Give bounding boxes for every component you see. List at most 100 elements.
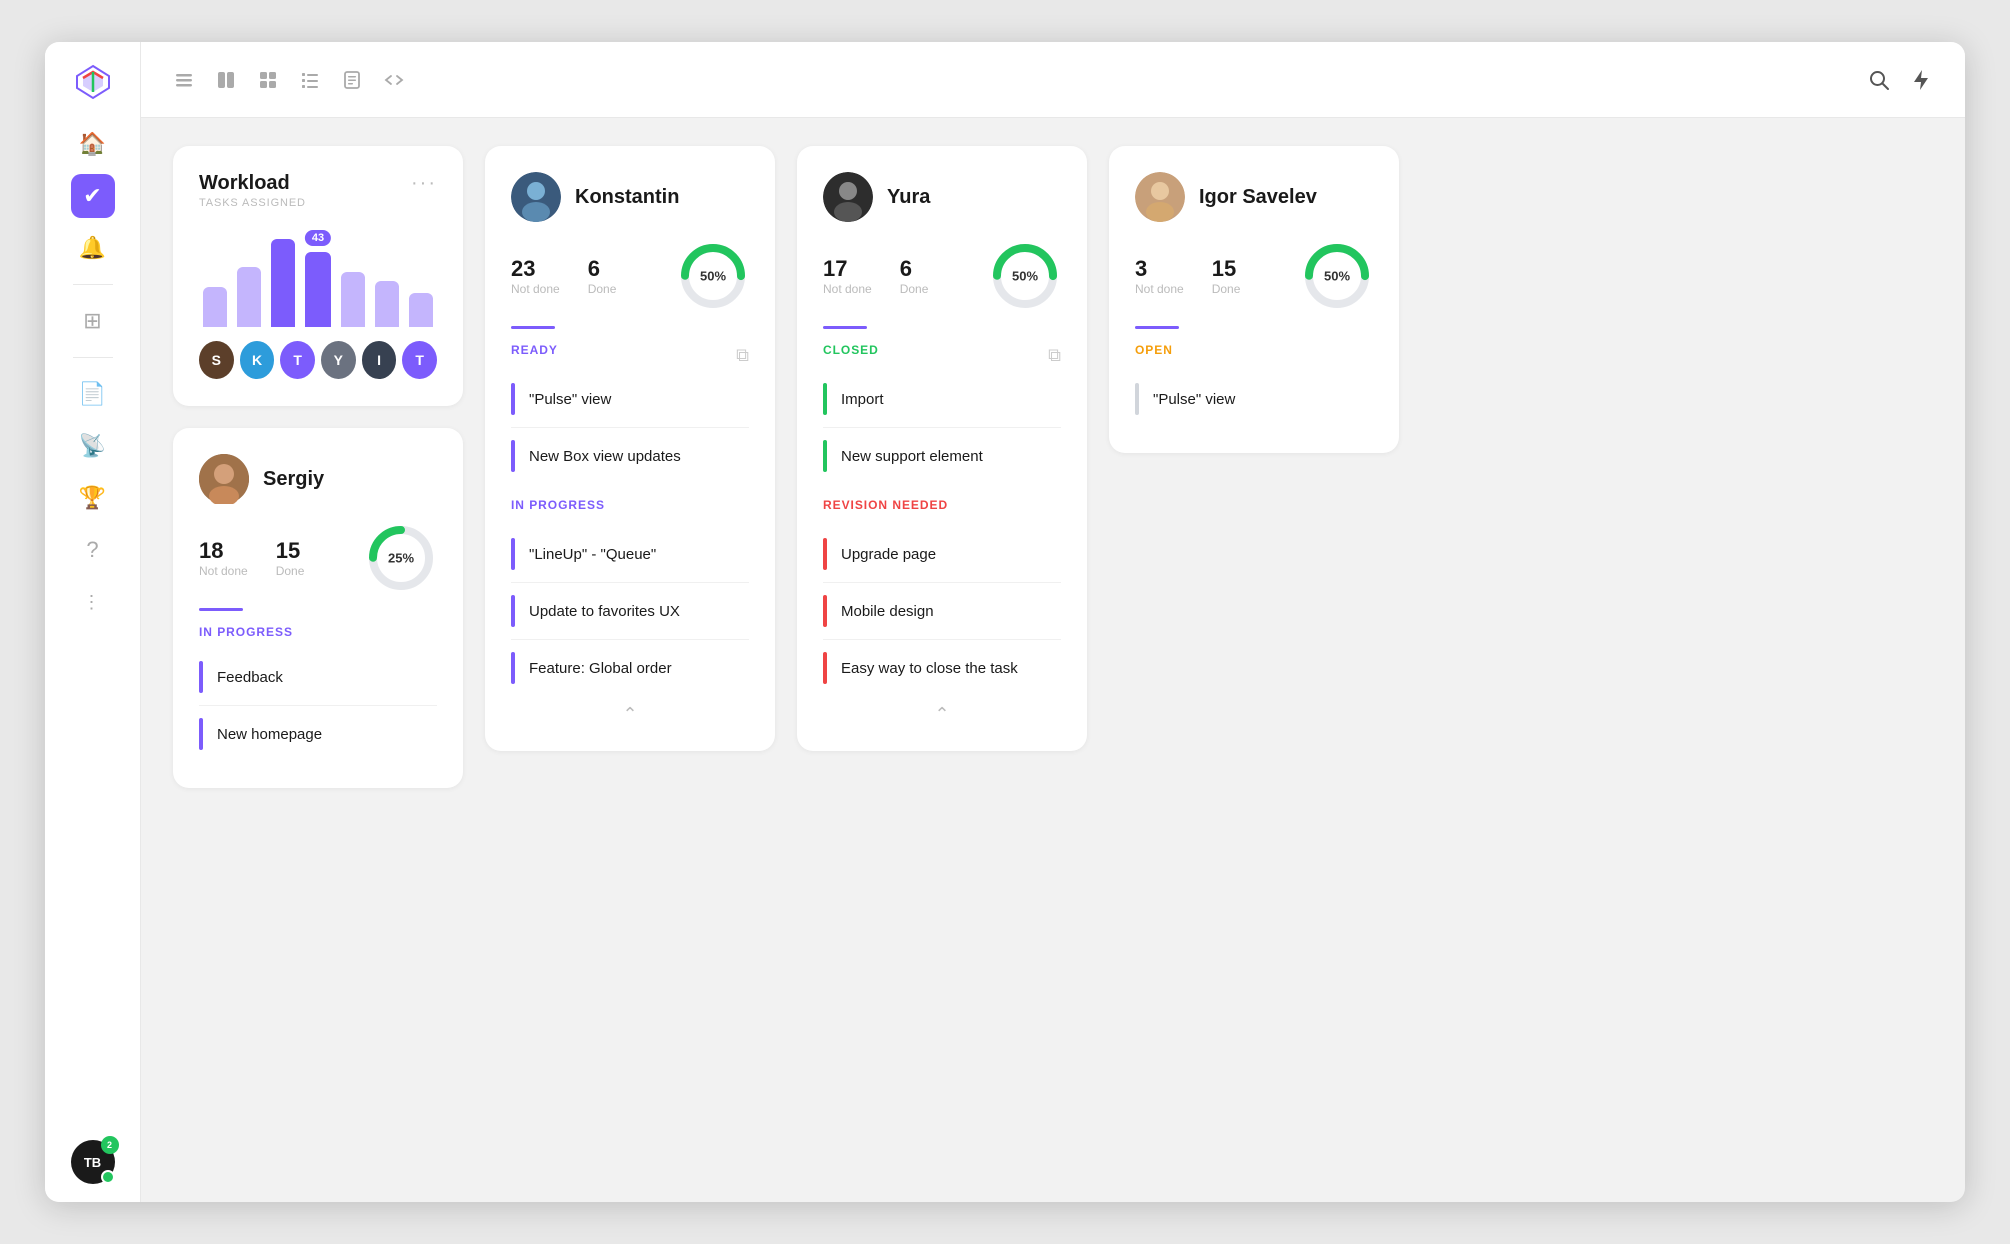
igor-stats: 3 Not done 15 Done 50% bbox=[1135, 240, 1373, 312]
konstantin-collapse-btn[interactable]: ⌃ bbox=[511, 696, 749, 725]
sergiy-card: Sergiy 18 Not done 15 Done bbox=[173, 428, 463, 788]
konstantin-not-done: 23 Not done bbox=[511, 256, 560, 296]
sidebar-bottom: TB 2 bbox=[71, 1140, 115, 1184]
konstantin-ready-header: READY ⧉ bbox=[511, 343, 749, 367]
sergiy-name: Sergiy bbox=[263, 468, 324, 491]
task-bar-close bbox=[823, 652, 827, 684]
workload-avatars: S K T Y I T bbox=[199, 341, 437, 379]
sidebar-item-help[interactable]: ? bbox=[71, 528, 115, 572]
konstantin-card: Konstantin 23 Not done 6 Done bbox=[485, 146, 775, 751]
task-bar-favorites bbox=[511, 595, 515, 627]
copy-icon-closed[interactable]: ⧉ bbox=[1048, 345, 1061, 366]
igor-header: Igor Savelev bbox=[1135, 172, 1373, 222]
workload-header: Workload TASKS ASSIGNED ··· bbox=[199, 172, 437, 209]
avatar-i: I bbox=[362, 341, 397, 379]
igor-donut: 50% bbox=[1301, 240, 1373, 312]
avatar-y: Y bbox=[321, 341, 356, 379]
doc-view-icon[interactable] bbox=[341, 69, 363, 91]
yura-revision-label: REVISION NEEDED bbox=[823, 498, 948, 512]
left-column: Workload TASKS ASSIGNED ··· 43 bbox=[173, 146, 463, 1174]
topbar-right bbox=[1867, 68, 1933, 92]
yura-not-done: 17 Not done bbox=[823, 256, 872, 296]
bar-5 bbox=[341, 272, 365, 327]
task-pulse-view: "Pulse" view bbox=[511, 371, 749, 428]
sidebar-divider-2 bbox=[73, 357, 113, 358]
checklist-view-icon[interactable] bbox=[299, 69, 321, 91]
content-area: Workload TASKS ASSIGNED ··· 43 bbox=[141, 118, 1965, 1202]
list-view-icon[interactable] bbox=[173, 69, 195, 91]
yura-divider bbox=[823, 326, 867, 329]
sidebar-item-goals[interactable]: 🏆 bbox=[71, 476, 115, 520]
bar-4-wrap: 43 bbox=[305, 252, 331, 327]
yura-header: Yura bbox=[823, 172, 1061, 222]
app-logo[interactable] bbox=[71, 60, 115, 104]
workload-card: Workload TASKS ASSIGNED ··· 43 bbox=[173, 146, 463, 406]
task-global-order: Feature: Global order bbox=[511, 640, 749, 696]
sergiy-percent: 25% bbox=[388, 551, 414, 566]
task-bar-feedback bbox=[199, 661, 203, 693]
konstantin-ready-tasks: "Pulse" view New Box view updates bbox=[511, 371, 749, 484]
sidebar-item-docs[interactable]: 📄 bbox=[71, 372, 115, 416]
sergiy-task-list: Feedback New homepage bbox=[199, 649, 437, 762]
task-igor-pulse: "Pulse" view bbox=[1135, 371, 1373, 427]
igor-open-header: OPEN bbox=[1135, 343, 1373, 367]
konstantin-progress-label: IN PROGRESS bbox=[511, 498, 605, 512]
sidebar-item-apps[interactable]: ⊞ bbox=[71, 299, 115, 343]
igor-card: Igor Savelev 3 Not done 15 Done bbox=[1109, 146, 1399, 453]
bar-3 bbox=[271, 239, 295, 327]
avatar-k: K bbox=[240, 341, 275, 379]
workload-title-group: Workload TASKS ASSIGNED bbox=[199, 172, 306, 209]
task-bar-box bbox=[511, 440, 515, 472]
sidebar-item-tasks[interactable]: ✔ bbox=[71, 174, 115, 218]
sidebar-item-home[interactable]: 🏠 bbox=[71, 122, 115, 166]
code-view-icon[interactable] bbox=[383, 69, 405, 91]
sergiy-not-done: 18 Not done bbox=[199, 538, 248, 578]
igor-open-tasks: "Pulse" view bbox=[1135, 371, 1373, 427]
lightning-icon[interactable] bbox=[1909, 68, 1933, 92]
yura-done: 6 Done bbox=[900, 256, 929, 296]
konstantin-header: Konstantin bbox=[511, 172, 749, 222]
task-lineup-queue: "LineUp" - "Queue" bbox=[511, 526, 749, 583]
topbar-view-icons bbox=[173, 69, 1843, 91]
user-avatar[interactable]: TB 2 bbox=[71, 1140, 115, 1184]
avatar-s: S bbox=[199, 341, 234, 379]
sergiy-header: Sergiy bbox=[199, 454, 437, 504]
konstantin-progress-tasks: "LineUp" - "Queue" Update to favorites U… bbox=[511, 526, 749, 696]
main-area: Workload TASKS ASSIGNED ··· 43 bbox=[141, 42, 1965, 1202]
sidebar-divider-1 bbox=[73, 284, 113, 285]
sergiy-donut: 25% bbox=[365, 522, 437, 594]
yura-collapse-btn[interactable]: ⌃ bbox=[823, 696, 1061, 725]
board-view-icon[interactable] bbox=[215, 69, 237, 91]
igor-done: 15 Done bbox=[1212, 256, 1241, 296]
sidebar-item-more[interactable]: ⋮ bbox=[71, 580, 115, 624]
yura-closed-tasks: Import New support element bbox=[823, 371, 1061, 484]
task-upgrade-page: Upgrade page bbox=[823, 526, 1061, 583]
grid-view-icon[interactable] bbox=[257, 69, 279, 91]
task-bar-import bbox=[823, 383, 827, 415]
task-bar-lineup bbox=[511, 538, 515, 570]
task-support-element: New support element bbox=[823, 428, 1061, 484]
igor-open-label: OPEN bbox=[1135, 343, 1173, 357]
avatar-t2: T bbox=[402, 341, 437, 379]
igor-avatar bbox=[1135, 172, 1185, 222]
workload-menu[interactable]: ··· bbox=[411, 172, 437, 195]
search-icon[interactable] bbox=[1867, 68, 1891, 92]
sergiy-stats: 18 Not done 15 Done 25% bbox=[199, 522, 437, 594]
konstantin-percent: 50% bbox=[700, 269, 726, 284]
task-new-homepage: New homepage bbox=[199, 706, 437, 762]
task-update-favorites: Update to favorites UX bbox=[511, 583, 749, 640]
sidebar-item-pulse[interactable]: 📡 bbox=[71, 424, 115, 468]
sidebar: 🏠 ✔ 🔔 ⊞ 📄 📡 🏆 ? ⋮ TB 2 bbox=[45, 42, 141, 1202]
bar-badge-number: 43 bbox=[305, 230, 331, 246]
sergiy-section-label: IN PROGRESS bbox=[199, 625, 437, 639]
yura-name: Yura bbox=[887, 186, 930, 209]
konstantin-divider bbox=[511, 326, 555, 329]
bar-4 bbox=[305, 252, 331, 327]
sergiy-avatar bbox=[199, 454, 249, 504]
task-close-task: Easy way to close the task bbox=[823, 640, 1061, 696]
sidebar-item-notifications[interactable]: 🔔 bbox=[71, 226, 115, 270]
konstantin-name: Konstantin bbox=[575, 186, 679, 209]
copy-icon-ready[interactable]: ⧉ bbox=[736, 345, 749, 366]
yura-revision-tasks: Upgrade page Mobile design Easy way to c… bbox=[823, 526, 1061, 696]
konstantin-ready-label: READY bbox=[511, 343, 558, 357]
